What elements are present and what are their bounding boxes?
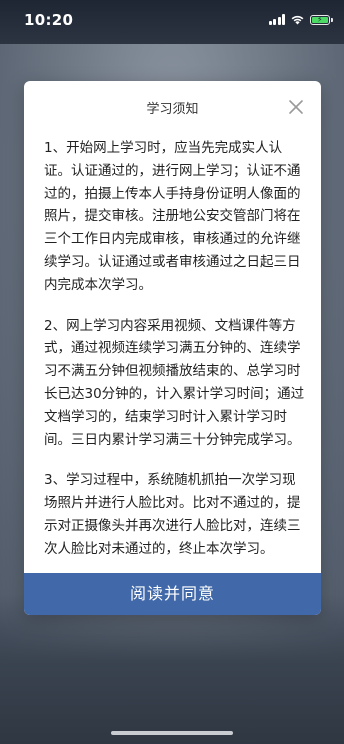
close-icon: [289, 100, 303, 114]
home-indicator: [111, 731, 233, 735]
status-time: 10:20: [24, 11, 74, 29]
close-button[interactable]: [285, 96, 307, 118]
notice-paragraph-3: 3、学习过程中，系统随机抓拍一次学习现场照片并进行人脸比对。比对不通过的，提示对…: [44, 472, 301, 557]
study-notice-dialog: 学习须知 1、开始网上学习时，应当先完成实人认证。认证通过的，进行网上学习；认证…: [24, 81, 321, 615]
status-bar: 10:20 ⚡: [0, 0, 344, 44]
blurred-background-bottom: [0, 594, 344, 744]
battery-charging-icon: ⚡: [310, 14, 333, 25]
dialog-header: 学习须知: [24, 81, 321, 135]
status-icons: ⚡: [268, 14, 333, 25]
cellular-signal-icon: [268, 14, 285, 25]
notice-paragraph-1: 1、开始网上学习时，应当先完成实人认证。认证通过的，进行网上学习；认证不通过的，…: [44, 140, 301, 293]
dialog-content[interactable]: 1、开始网上学习时，应当先完成实人认证。认证通过的，进行网上学习；认证不通过的，…: [44, 137, 305, 573]
dialog-title: 学习须知: [146, 102, 199, 117]
wifi-icon: [291, 15, 304, 25]
notice-paragraph-2: 2、网上学习内容采用视频、文档课件等方式，通过视频连续学习满五分钟的、连续学习不…: [44, 317, 305, 448]
read-and-agree-button[interactable]: 阅读并同意: [24, 573, 321, 615]
